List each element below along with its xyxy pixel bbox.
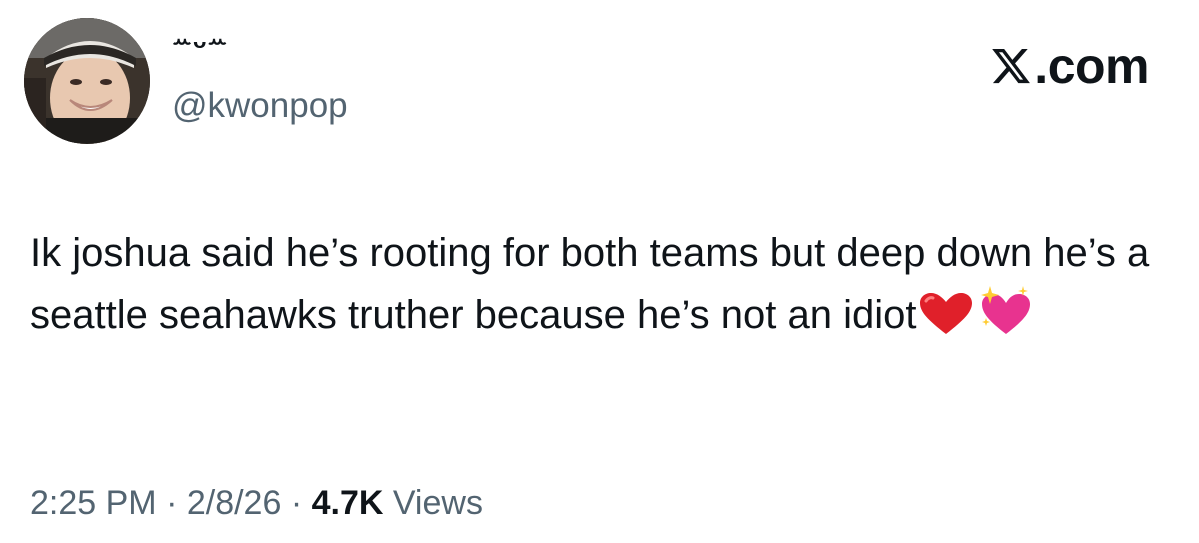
meta-separator: · <box>156 484 187 522</box>
sparkling-heart-icon <box>976 284 1032 354</box>
tweet-meta: 2:25 PM · 2/8/26 · 4.7K Views <box>30 486 483 520</box>
tweet-time[interactable]: 2:25 PM <box>30 484 157 522</box>
meta-separator: · <box>281 484 312 522</box>
x-logo-icon <box>992 48 1031 84</box>
tweet-date[interactable]: 2/8/26 <box>187 484 282 522</box>
brand-watermark: .com <box>990 40 1149 92</box>
display-name[interactable]: ꕀᴗꕀ <box>172 30 228 52</box>
tweet-body: Ik joshua said he’s rooting for both tea… <box>30 222 1170 354</box>
views-count[interactable]: 4.7K <box>312 484 384 522</box>
brand-text: .com <box>1034 38 1149 94</box>
red-heart-icon <box>918 292 974 354</box>
views-label: Views <box>383 484 483 522</box>
username-handle[interactable]: @kwonpop <box>172 88 348 123</box>
avatar[interactable] <box>24 18 150 144</box>
